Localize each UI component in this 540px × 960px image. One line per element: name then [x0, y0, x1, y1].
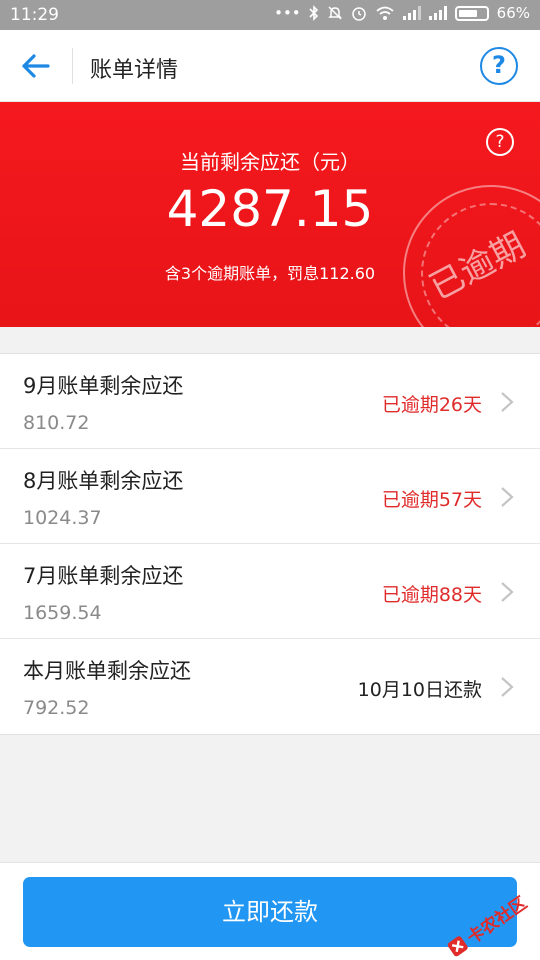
nav-bar: 账单详情 ? [0, 30, 540, 102]
mute-icon [327, 6, 342, 20]
pay-now-button[interactable]: 立即还款 [23, 877, 517, 947]
battery-percent: 66% [496, 4, 530, 22]
bill-row-jul[interactable]: 7月账单剩余应还 1659.54 已逾期88天 [0, 544, 540, 639]
back-button[interactable] [16, 48, 56, 84]
bill-amount: 792.52 [23, 697, 90, 719]
bluetooth-icon [309, 5, 318, 21]
bill-due-date: 10月10日还款 [357, 679, 482, 701]
chevron-right-icon [501, 677, 514, 697]
bill-title: 本月账单剩余应还 [23, 659, 191, 683]
bill-status: 已逾期88天 [381, 584, 482, 606]
battery-icon [454, 5, 489, 21]
bottom-action-bar: 立即还款 卡农社区 [0, 862, 540, 960]
bill-status: 已逾期26天 [381, 394, 482, 416]
status-time: 11:29 [10, 5, 59, 25]
alarm-icon [351, 7, 366, 21]
bill-title: 9月账单剩余应还 [23, 374, 184, 398]
help-icon: ? [492, 51, 506, 79]
status-icons: ••• 66% [274, 4, 530, 22]
bill-row-current[interactable]: 本月账单剩余应还 792.52 10月10日还款 [0, 639, 540, 734]
status-bar: 11:29 ••• 66% [0, 0, 540, 30]
bill-title: 7月账单剩余应还 [23, 564, 184, 588]
chevron-right-icon [501, 487, 514, 507]
nav-divider [72, 48, 73, 84]
bill-amount: 810.72 [23, 412, 90, 434]
remaining-label: 当前剩余应还（元） [180, 150, 360, 174]
signal-icon [428, 6, 447, 20]
back-arrow-icon [22, 54, 50, 78]
bill-status: 已逾期57天 [381, 489, 482, 511]
chevron-right-icon [501, 582, 514, 602]
page-title: 账单详情 [90, 58, 179, 83]
wifi-icon [376, 6, 394, 20]
help-button[interactable]: ? [480, 47, 518, 85]
signal-icon [402, 6, 421, 20]
balance-summary: ? 当前剩余应还（元） 4287.15 含3个逾期账单，罚息112.60 已逾期 [0, 102, 540, 327]
bill-title: 8月账单剩余应还 [23, 469, 184, 493]
chevron-right-icon [501, 392, 514, 412]
bill-list: 9月账单剩余应还 810.72 已逾期26天 8月账单剩余应还 1024.37 … [0, 353, 540, 735]
bill-row-aug[interactable]: 8月账单剩余应还 1024.37 已逾期57天 [0, 449, 540, 544]
bill-row-sep[interactable]: 9月账单剩余应还 810.72 已逾期26天 [0, 354, 540, 449]
bill-amount: 1659.54 [23, 602, 102, 624]
bill-amount: 1024.37 [23, 507, 102, 529]
more-dots-icon: ••• [274, 4, 301, 22]
